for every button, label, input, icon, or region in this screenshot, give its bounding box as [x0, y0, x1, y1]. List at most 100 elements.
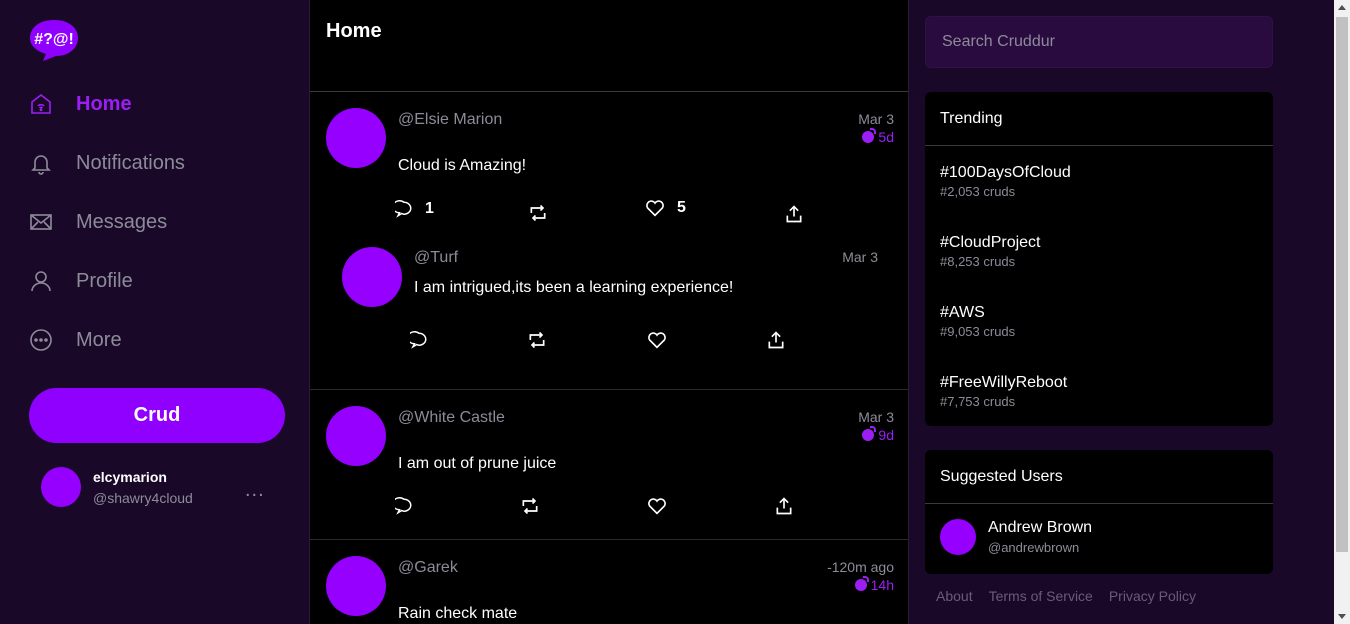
avatar[interactable]	[326, 556, 386, 616]
search-input[interactable]	[925, 16, 1273, 68]
trending-item[interactable]: #CloudProject #8,253 cruds	[940, 234, 1041, 269]
nav-profile[interactable]: Profile	[28, 261, 133, 301]
share-icon	[766, 330, 786, 350]
post-date: Mar 3	[858, 409, 894, 425]
share-icon	[774, 496, 794, 516]
reply-text: I am intrigued,its been a learning exper…	[414, 279, 734, 296]
heart-icon	[647, 497, 667, 515]
repost-icon	[527, 330, 547, 350]
trending-item[interactable]: #100DaysOfCloud #2,053 cruds	[940, 164, 1071, 199]
footer-links: About Terms of Service Privacy Policy	[936, 588, 1196, 604]
nav-more-label: More	[76, 328, 122, 351]
trending-count: #9,053 cruds	[940, 324, 1016, 339]
share-icon	[784, 204, 804, 224]
vertical-scrollbar[interactable]	[1334, 0, 1350, 624]
user-menu-button[interactable]: ...	[245, 479, 265, 502]
share-button[interactable]	[774, 496, 794, 516]
feed-header: Home	[310, 0, 908, 92]
crud-button[interactable]: Crud	[29, 388, 285, 443]
post-handle[interactable]: @Garek	[398, 559, 458, 577]
current-user-name: elcymarion	[93, 469, 167, 485]
bomb-icon	[862, 128, 877, 143]
trending-count: #2,053 cruds	[940, 184, 1016, 199]
like-button[interactable]	[647, 331, 667, 349]
post-date: Mar 3	[858, 111, 894, 127]
avatar	[41, 467, 81, 507]
trending-tag: #AWS	[940, 304, 985, 321]
avatar[interactable]	[326, 108, 386, 168]
user-icon	[28, 268, 54, 294]
reply-button[interactable]	[395, 497, 413, 515]
trending-tag: #100DaysOfCloud	[940, 164, 1071, 181]
post-expiry: 14h	[854, 576, 894, 593]
nav-notifications[interactable]: Notifications	[28, 143, 185, 183]
bomb-icon	[854, 576, 869, 591]
scroll-up-arrow-icon[interactable]	[1338, 5, 1346, 10]
heart-icon	[647, 331, 667, 349]
repost-icon	[528, 203, 548, 223]
reply-date: Mar 3	[842, 249, 878, 265]
post-handle[interactable]: @White Castle	[398, 409, 505, 427]
repost-button[interactable]	[520, 496, 540, 516]
reply-button[interactable]: 1	[395, 200, 434, 218]
nav-more[interactable]: More	[28, 320, 122, 360]
post-handle[interactable]: @Elsie Marion	[398, 111, 502, 129]
logo-text: #?@!	[34, 31, 74, 48]
nav-messages-label: Messages	[76, 210, 168, 233]
reply-button[interactable]	[410, 331, 428, 349]
bell-icon	[28, 150, 54, 176]
share-button[interactable]	[766, 330, 786, 350]
nav-messages[interactable]: Messages	[28, 202, 167, 242]
current-user-card[interactable]: elcymarion @shawry4cloud ...	[41, 467, 291, 509]
suggested-user-name: Andrew Brown	[988, 519, 1093, 536]
reply-icon	[410, 331, 428, 349]
footer-link-about[interactable]: About	[936, 588, 973, 604]
avatar	[940, 519, 976, 555]
trending-count: #8,253 cruds	[940, 254, 1016, 269]
trending-tag: #CloudProject	[940, 234, 1041, 251]
nav-notifications-label: Notifications	[76, 151, 185, 174]
post-text: I am out of prune juice	[398, 455, 557, 472]
reply-handle[interactable]: @Turf	[414, 249, 458, 267]
bomb-icon	[862, 426, 877, 441]
repost-button[interactable]	[528, 203, 548, 223]
trending-item[interactable]: #FreeWillyReboot #7,753 cruds	[940, 374, 1067, 409]
nav-home-label: Home	[76, 92, 132, 115]
avatar[interactable]	[326, 406, 386, 466]
suggested-users-title: Suggested Users	[925, 450, 1273, 504]
like-button[interactable]: 5	[645, 199, 686, 217]
avatar[interactable]	[342, 247, 402, 307]
trending-item[interactable]: #AWS #9,053 cruds	[940, 304, 1015, 339]
nav-home[interactable]: Home	[28, 84, 132, 124]
trending-count: #7,753 cruds	[940, 394, 1016, 409]
post-expiry-text: 5d	[878, 129, 894, 145]
post-item[interactable]: @White Castle Mar 3 9d I am out of prune…	[310, 390, 908, 540]
repost-icon	[520, 496, 540, 516]
repost-button[interactable]	[527, 330, 547, 350]
post-expiry-text: 9d	[878, 427, 894, 443]
scrollbar-thumb[interactable]	[1336, 17, 1348, 552]
like-button[interactable]	[647, 497, 667, 515]
post-date: -120m ago	[827, 559, 894, 575]
share-button[interactable]	[784, 204, 804, 224]
home-icon	[28, 91, 54, 117]
logo[interactable]: #?@!	[29, 18, 79, 62]
trending-tag: #FreeWillyReboot	[940, 374, 1068, 391]
envelope-icon	[28, 209, 54, 235]
footer-link-terms[interactable]: Terms of Service	[989, 588, 1093, 604]
heart-icon	[645, 199, 665, 217]
right-sidebar: Trending #100DaysOfCloud #2,053 cruds #C…	[910, 0, 1334, 624]
current-user-handle: @shawry4cloud	[93, 490, 193, 506]
footer-link-privacy[interactable]: Privacy Policy	[1109, 588, 1196, 604]
logo-bubble-icon: #?@!	[30, 20, 78, 61]
post-item[interactable]: @Garek -120m ago 14h Rain check mate	[310, 540, 908, 624]
post-expiry-text: 14h	[870, 577, 894, 593]
suggested-user-item[interactable]: Andrew Brown @andrewbrown	[940, 519, 1260, 559]
post-text: Cloud is Amazing!	[398, 157, 527, 174]
scroll-down-arrow-icon[interactable]	[1338, 614, 1346, 619]
nav-profile-label: Profile	[76, 269, 133, 292]
post-expiry: 9d	[862, 426, 894, 443]
post-item[interactable]: @Elsie Marion Mar 3 5d Cloud is Amazing!…	[310, 92, 908, 390]
main-feed: Home @Elsie Marion Mar 3 5d Cloud is Ama…	[309, 0, 909, 624]
post-expiry: 5d	[862, 128, 894, 145]
